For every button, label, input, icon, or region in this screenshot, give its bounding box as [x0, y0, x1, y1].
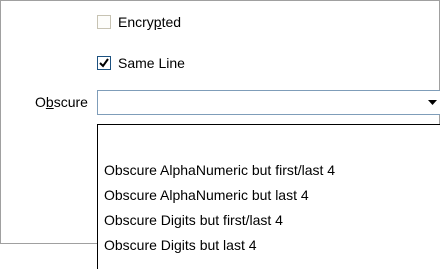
dropdown-option[interactable]: Obscure AlphaNumeric but first/last 4: [104, 160, 335, 180]
dropdown-option[interactable]: Obscure AlphaNumeric but last 4: [104, 185, 309, 205]
properties-panel: Encrypted Same Line Obscure Obscure Alph…: [0, 0, 440, 269]
obscure-dropdown-list: Obscure AlphaNumeric but first/last 4 Ob…: [97, 124, 440, 269]
encrypted-label: Encrypted: [118, 14, 182, 30]
same-line-label: Same Line: [118, 55, 185, 71]
encrypted-checkbox-row[interactable]: Encrypted: [97, 13, 181, 31]
encrypted-checkbox[interactable]: [97, 15, 111, 29]
obscure-combobox[interactable]: [97, 90, 440, 115]
dropdown-option[interactable]: Obscure Digits but first/last 4: [104, 210, 283, 230]
check-icon: [99, 58, 109, 68]
same-line-checkbox[interactable]: [97, 56, 111, 70]
same-line-checkbox-row[interactable]: Same Line: [97, 54, 185, 72]
obscure-label: Obscure: [35, 94, 88, 110]
dropdown-option[interactable]: Obscure Digits but last 4: [104, 235, 257, 255]
chevron-down-icon[interactable]: [424, 91, 440, 114]
